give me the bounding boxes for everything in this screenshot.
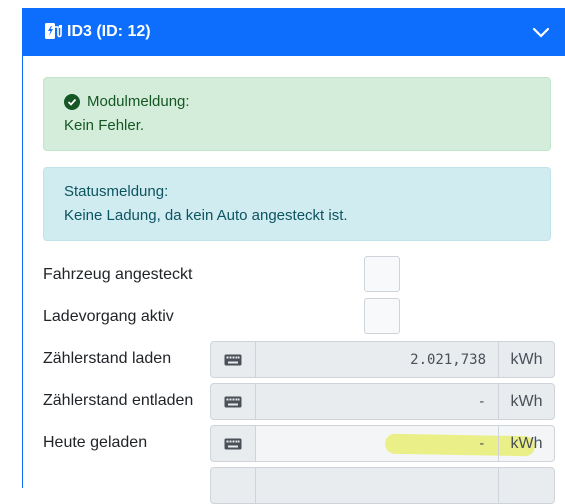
module-message-title: Modulmeldung: bbox=[87, 93, 190, 110]
module-message-text: Kein Fehler. bbox=[64, 117, 145, 134]
today-discharged-field bbox=[210, 467, 555, 504]
keyboard-icon bbox=[210, 341, 256, 378]
charging-station-icon bbox=[45, 23, 62, 39]
meter-discharge-field: - kWh bbox=[210, 383, 555, 420]
meter-discharge-unit: kWh bbox=[498, 383, 555, 420]
meter-discharge-value: - bbox=[256, 383, 498, 420]
charging-active-checkbox[interactable] bbox=[364, 298, 400, 334]
keyboard-icon bbox=[210, 425, 256, 462]
chevron-down-icon[interactable] bbox=[531, 22, 551, 42]
module-message-alert: Modulmeldung: Kein Fehler. bbox=[43, 77, 551, 151]
meter-charge-value: 2.021,738 bbox=[256, 341, 498, 378]
charging-active-label: Ladevorgang aktiv bbox=[43, 308, 174, 325]
today-discharged-unit bbox=[498, 467, 555, 504]
meter-discharge-label: Zählerstand entladen bbox=[43, 392, 194, 409]
meter-charge-unit: kWh bbox=[498, 341, 555, 378]
vehicle-plugged-checkbox[interactable] bbox=[364, 256, 400, 292]
card-title: ID3 (ID: 12) bbox=[67, 23, 151, 40]
today-charged-field: - kWh bbox=[210, 425, 555, 462]
meter-charge-field: 2.021,738 kWh bbox=[210, 341, 555, 378]
keyboard-icon bbox=[210, 383, 256, 420]
today-discharged-value bbox=[256, 467, 498, 504]
keyboard-icon bbox=[210, 467, 256, 504]
status-message-title: Statusmeldung: bbox=[64, 183, 169, 200]
today-charged-value: - bbox=[256, 425, 498, 462]
vehicle-plugged-label: Fahrzeug angesteckt bbox=[43, 266, 193, 283]
card-header[interactable]: ID3 (ID: 12) bbox=[23, 8, 565, 56]
today-charged-label: Heute geladen bbox=[43, 434, 148, 451]
today-charged-unit: kWh bbox=[498, 425, 555, 462]
check-circle-icon bbox=[64, 94, 80, 110]
status-message-text: Keine Ladung, da kein Auto angesteckt is… bbox=[64, 207, 348, 224]
meter-charge-label: Zählerstand laden bbox=[43, 350, 172, 367]
status-message-alert: Statusmeldung: Keine Ladung, da kein Aut… bbox=[43, 167, 551, 241]
charge-point-card: ID3 (ID: 12) Modulmeldung: Kein Fehler. … bbox=[22, 8, 565, 504]
